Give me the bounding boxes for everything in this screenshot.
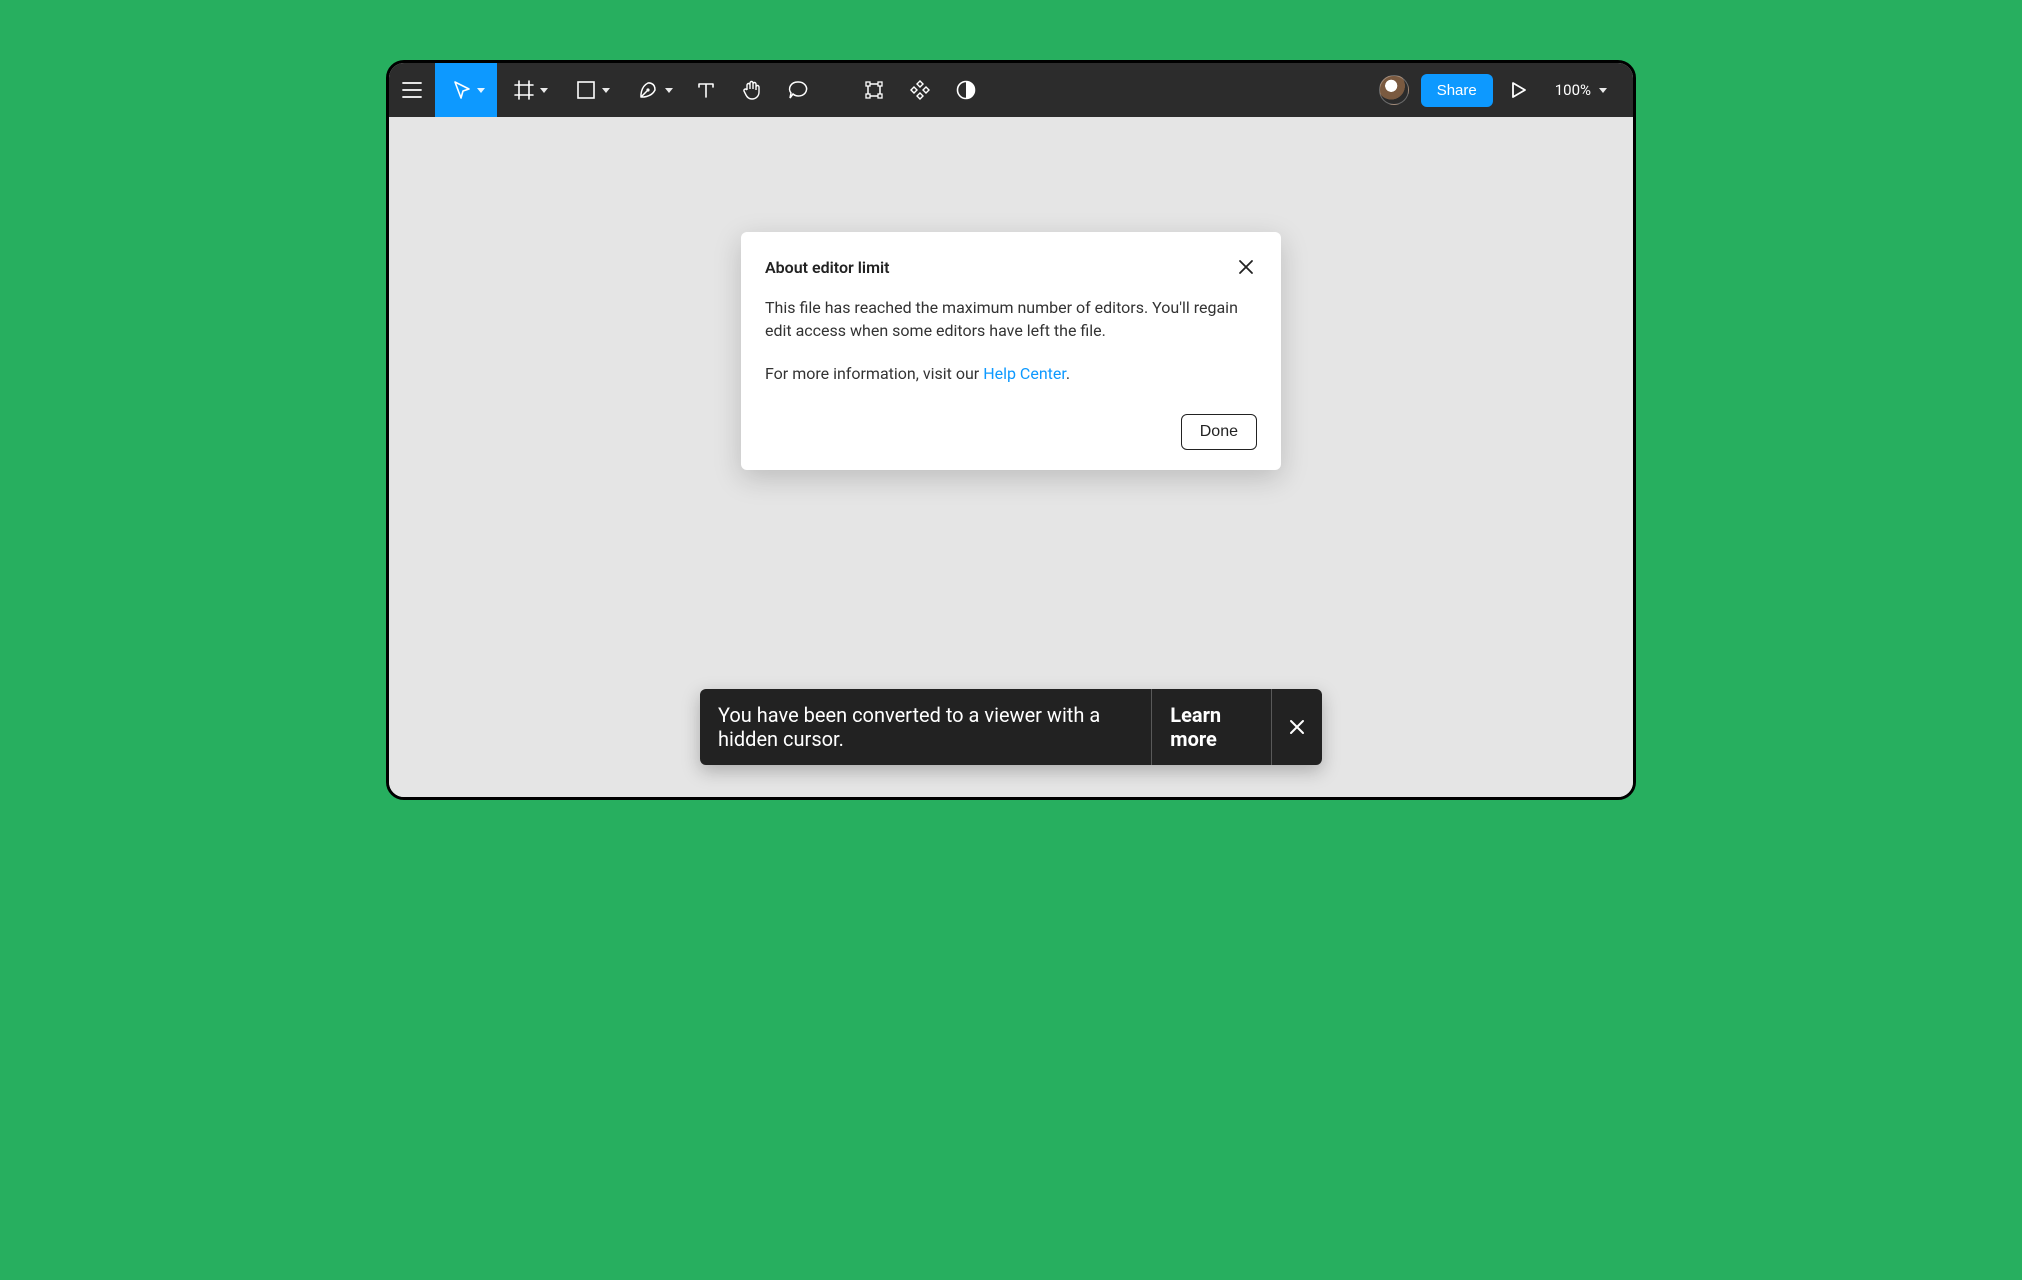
help-center-link[interactable]: Help Center	[983, 364, 1066, 383]
comment-icon	[787, 79, 809, 101]
rectangle-icon	[576, 80, 596, 100]
modal-title: About editor limit	[765, 258, 890, 277]
modal-body-main: This file has reached the maximum number…	[765, 296, 1257, 342]
component-icon	[908, 78, 932, 102]
half-circle-icon	[955, 79, 977, 101]
modal-header: About editor limit	[765, 256, 1257, 278]
edit-object-button[interactable]	[851, 63, 897, 117]
chevron-down-icon	[665, 88, 673, 93]
share-button[interactable]: Share	[1421, 74, 1493, 107]
toolbar-right: Share 100%	[1379, 63, 1625, 117]
edit-object-icon	[863, 79, 885, 101]
toolbar-left	[389, 63, 989, 117]
frame-tool-button[interactable]	[497, 63, 559, 117]
viewer-toast: You have been converted to a viewer with…	[700, 689, 1322, 765]
move-tool-button[interactable]	[435, 63, 497, 117]
canvas-area[interactable]: About editor limit This file has reached…	[389, 117, 1633, 797]
present-button[interactable]	[1501, 63, 1537, 117]
comment-tool-button[interactable]	[775, 63, 821, 117]
play-icon	[1511, 81, 1527, 99]
modal-body-prefix: For more information, visit our	[765, 364, 983, 383]
zoom-dropdown[interactable]: 100%	[1545, 81, 1611, 99]
editor-limit-modal: About editor limit This file has reached…	[741, 232, 1281, 470]
toast-learn-more-button[interactable]: Learn more	[1152, 689, 1271, 765]
hamburger-icon	[402, 82, 422, 98]
hand-icon	[741, 79, 763, 101]
modal-body-suffix: .	[1066, 364, 1070, 383]
modal-close-button[interactable]	[1235, 256, 1257, 278]
done-button[interactable]: Done	[1181, 414, 1257, 450]
components-button[interactable]	[897, 63, 943, 117]
mask-button[interactable]	[943, 63, 989, 117]
text-icon	[696, 80, 716, 100]
app-window: Share 100% About editor limit	[386, 60, 1636, 800]
avatar[interactable]	[1379, 75, 1409, 105]
close-icon	[1237, 258, 1255, 276]
pen-icon	[637, 79, 659, 101]
modal-body: This file has reached the maximum number…	[765, 296, 1257, 386]
close-icon	[1288, 718, 1306, 736]
chevron-down-icon	[602, 88, 610, 93]
toast-message: You have been converted to a viewer with…	[700, 689, 1151, 765]
hand-tool-button[interactable]	[729, 63, 775, 117]
chevron-down-icon	[1599, 88, 1607, 93]
chevron-down-icon	[540, 88, 548, 93]
modal-footer: Done	[765, 414, 1257, 450]
pen-tool-button[interactable]	[621, 63, 683, 117]
text-tool-button[interactable]	[683, 63, 729, 117]
shape-tool-button[interactable]	[559, 63, 621, 117]
frame-icon	[514, 80, 534, 100]
toast-close-button[interactable]	[1272, 689, 1322, 765]
main-menu-button[interactable]	[389, 63, 435, 117]
modal-body-secondary: For more information, visit our Help Cen…	[765, 362, 1257, 385]
chevron-down-icon	[477, 88, 485, 93]
toolbar: Share 100%	[389, 63, 1633, 117]
cursor-icon	[453, 80, 471, 100]
zoom-value: 100%	[1555, 81, 1591, 99]
